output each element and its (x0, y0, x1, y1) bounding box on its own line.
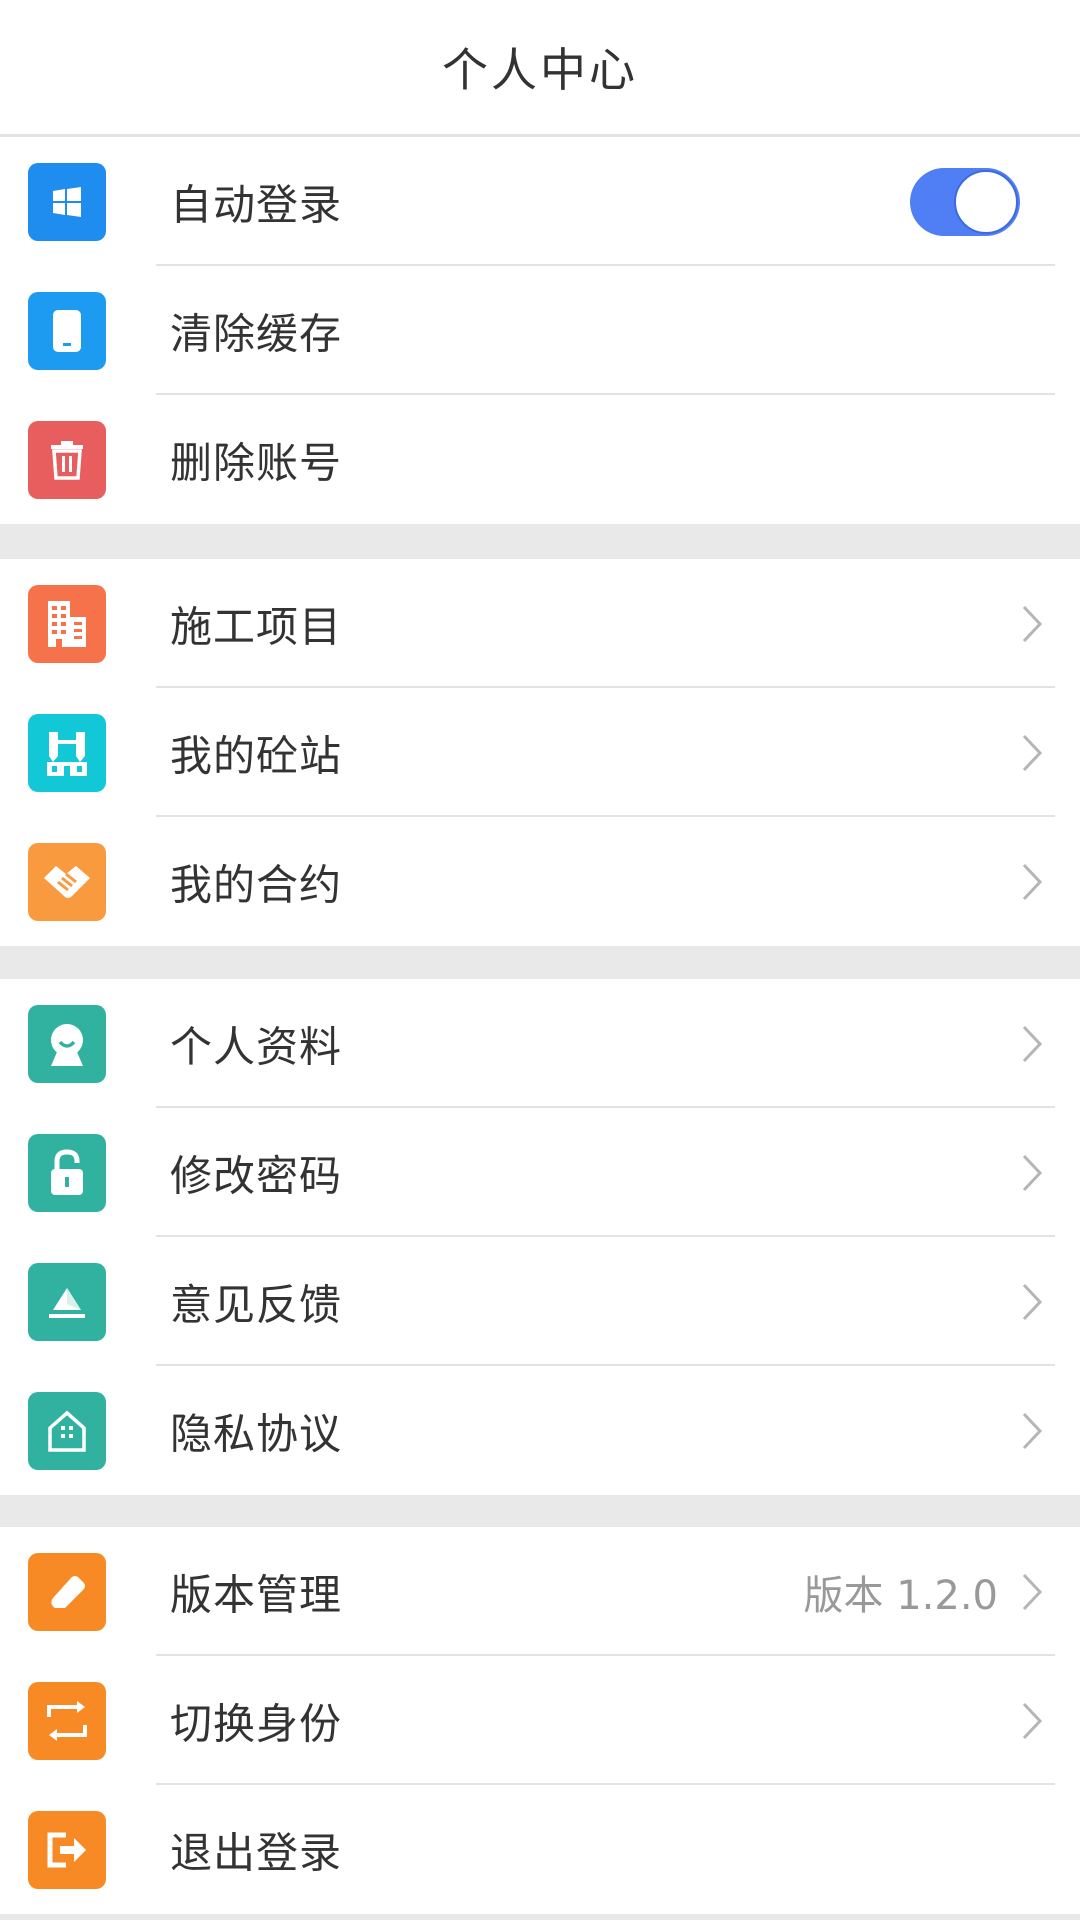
chevron-right-icon (1022, 1702, 1043, 1739)
profile-label: 个人资料 (170, 1022, 343, 1071)
my-contract-label: 我的合约 (170, 860, 343, 909)
clear-cache-row[interactable]: 清除缓存 (0, 266, 1080, 395)
logout-label: 退出登录 (170, 1828, 343, 1877)
chevron-right-icon (1022, 863, 1043, 900)
switch-icon (28, 1681, 106, 1760)
my-contract-row[interactable]: 我的合约 (0, 817, 1080, 946)
feedback-row[interactable]: 意见反馈 (0, 1237, 1080, 1366)
handshake-icon (28, 842, 106, 921)
auto-login-label: 自动登录 (170, 180, 343, 229)
phone-icon (28, 291, 106, 370)
chevron-right-icon (1022, 605, 1043, 642)
privacy-agreement-label: 隐私协议 (170, 1409, 343, 1458)
factory-icon (28, 713, 106, 792)
version-value: 版本 1.2.0 (803, 1572, 999, 1619)
chevron-right-icon (1022, 1412, 1043, 1449)
switch-identity-row[interactable]: 切换身份 (0, 1656, 1080, 1785)
lock-icon (28, 1133, 106, 1212)
chevron-right-icon (1022, 1154, 1043, 1191)
account-group: 个人资料 修改密码 意见反馈 隐私协议 (0, 979, 1080, 1495)
auto-login-toggle[interactable] (910, 167, 1020, 236)
profile-row[interactable]: 个人资料 (0, 979, 1080, 1108)
my-concrete-station-label: 我的砼站 (170, 731, 343, 780)
trash-icon (28, 420, 106, 499)
business-group: 施工项目 我的砼站 我的合约 (0, 559, 1080, 946)
change-password-row[interactable]: 修改密码 (0, 1108, 1080, 1237)
delete-account-label: 删除账号 (170, 438, 343, 487)
eraser-icon (28, 1552, 106, 1631)
chevron-right-icon (1022, 1283, 1043, 1320)
version-management-row[interactable]: 版本管理 版本 1.2.0 (0, 1527, 1080, 1656)
version-management-label: 版本管理 (170, 1570, 343, 1619)
privacy-agreement-row[interactable]: 隐私协议 (0, 1366, 1080, 1495)
delete-account-row[interactable]: 删除账号 (0, 395, 1080, 524)
feedback-icon (28, 1262, 106, 1341)
change-password-label: 修改密码 (170, 1151, 343, 1200)
windows-icon (28, 162, 106, 241)
settings-group: 自动登录 清除缓存 删除账号 (0, 137, 1080, 524)
building-icon (28, 584, 106, 663)
clear-cache-label: 清除缓存 (170, 309, 343, 358)
chevron-right-icon (1022, 734, 1043, 771)
chevron-right-icon (1022, 1573, 1043, 1610)
page-header: 个人中心 (0, 0, 1080, 137)
chevron-right-icon (1022, 1025, 1043, 1062)
construction-project-row[interactable]: 施工项目 (0, 559, 1080, 688)
construction-project-label: 施工项目 (170, 602, 343, 651)
feedback-label: 意见反馈 (170, 1280, 343, 1329)
switch-identity-label: 切换身份 (170, 1699, 343, 1748)
house-icon (28, 1391, 106, 1470)
logout-row[interactable]: 退出登录 (0, 1785, 1080, 1914)
logout-icon (28, 1810, 106, 1889)
profile-icon (28, 1004, 106, 1083)
my-concrete-station-row[interactable]: 我的砼站 (0, 688, 1080, 817)
toggle-knob (954, 169, 1018, 234)
system-group: 版本管理 版本 1.2.0 切换身份 退出登录 (0, 1527, 1080, 1914)
page-title: 个人中心 (442, 43, 638, 97)
auto-login-row[interactable]: 自动登录 (0, 137, 1080, 266)
